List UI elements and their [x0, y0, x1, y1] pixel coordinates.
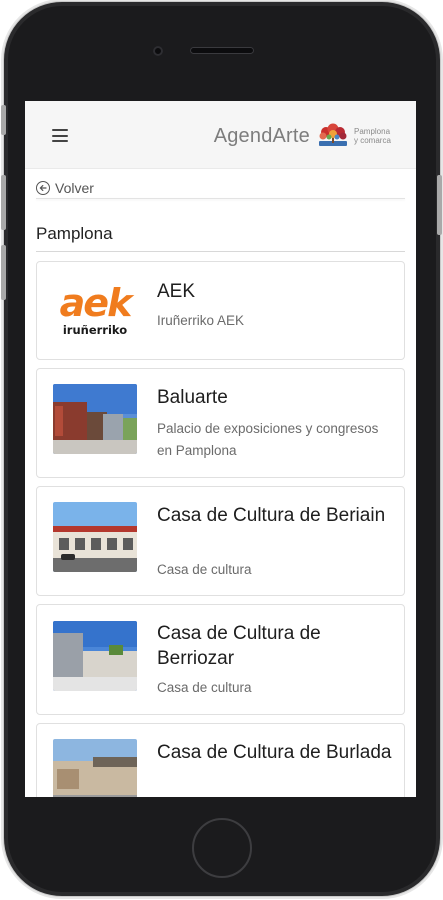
venue-subtitle: Casa de cultura: [157, 562, 252, 577]
aek-logo: aek iruñerriko: [53, 276, 137, 346]
hamburger-menu-icon[interactable]: [52, 129, 68, 142]
phone-side-button: [1, 105, 6, 135]
venue-photo: [53, 502, 137, 572]
brand-name: AgendArte: [213, 124, 310, 147]
tree-logo-icon: [319, 123, 347, 146]
home-button[interactable]: [192, 818, 252, 878]
back-link[interactable]: Volver: [36, 179, 94, 197]
venue-subtitle: Palacio de exposiciones y congresos en P…: [157, 421, 379, 458]
section-title: Pamplona: [36, 224, 113, 243]
venue-photo: [53, 384, 137, 454]
venue-subtitle: Iruñerriko AEK: [157, 313, 245, 328]
venue-subtitle: Casa de cultura: [157, 680, 252, 695]
aek-logo-image: aek iruñerriko: [60, 281, 137, 337]
venue-title: Casa de Cultura de Burlada: [157, 742, 392, 763]
venue-list: aek iruñerriko AEK Iruñerriko AEK Baluar…: [36, 261, 405, 797]
venue-card-baluarte[interactable]: Baluarte Palacio de exposiciones y congr…: [36, 368, 405, 478]
earpiece-speaker: [190, 47, 254, 54]
back-label: Volver: [55, 180, 94, 196]
brand-logo: AgendArte Pamplona y comarca: [214, 121, 404, 151]
divider: [36, 198, 405, 199]
venue-card-berriozar[interactable]: Casa de Cultura de Berriozar Casa de cul…: [36, 604, 405, 715]
venue-card-burlada[interactable]: Casa de Cultura de Burlada: [36, 723, 405, 797]
svg-text:aek: aek: [60, 281, 135, 325]
phone-side-button: [437, 175, 442, 235]
venue-card-aek[interactable]: aek iruñerriko AEK Iruñerriko AEK: [36, 261, 405, 360]
venue-card-beriain[interactable]: Casa de Cultura de Beriain Casa de cultu…: [36, 486, 405, 596]
venue-photo: [53, 621, 137, 691]
arrow-left-circle-icon: [36, 181, 50, 195]
front-camera: [153, 46, 163, 56]
venue-title: AEK: [157, 281, 196, 302]
svg-text:iruñerriko: iruñerriko: [63, 323, 127, 337]
venue-title: Casa de Cultura de Berriozar: [157, 623, 321, 669]
phone-side-button: [1, 175, 6, 230]
venue-title: Casa de Cultura de Beriain: [157, 505, 386, 526]
top-app-bar: AgendArte Pamplona y comarca: [25, 101, 416, 169]
brand-subtitle: Pamplona y comarca: [354, 127, 391, 145]
venue-title: Baluarte: [157, 387, 228, 408]
phone-side-button: [1, 245, 6, 300]
divider: [36, 251, 405, 252]
app-screen: AgendArte Pamplona y comarca Volver Pamp…: [25, 101, 416, 797]
venue-photo: [53, 739, 137, 797]
